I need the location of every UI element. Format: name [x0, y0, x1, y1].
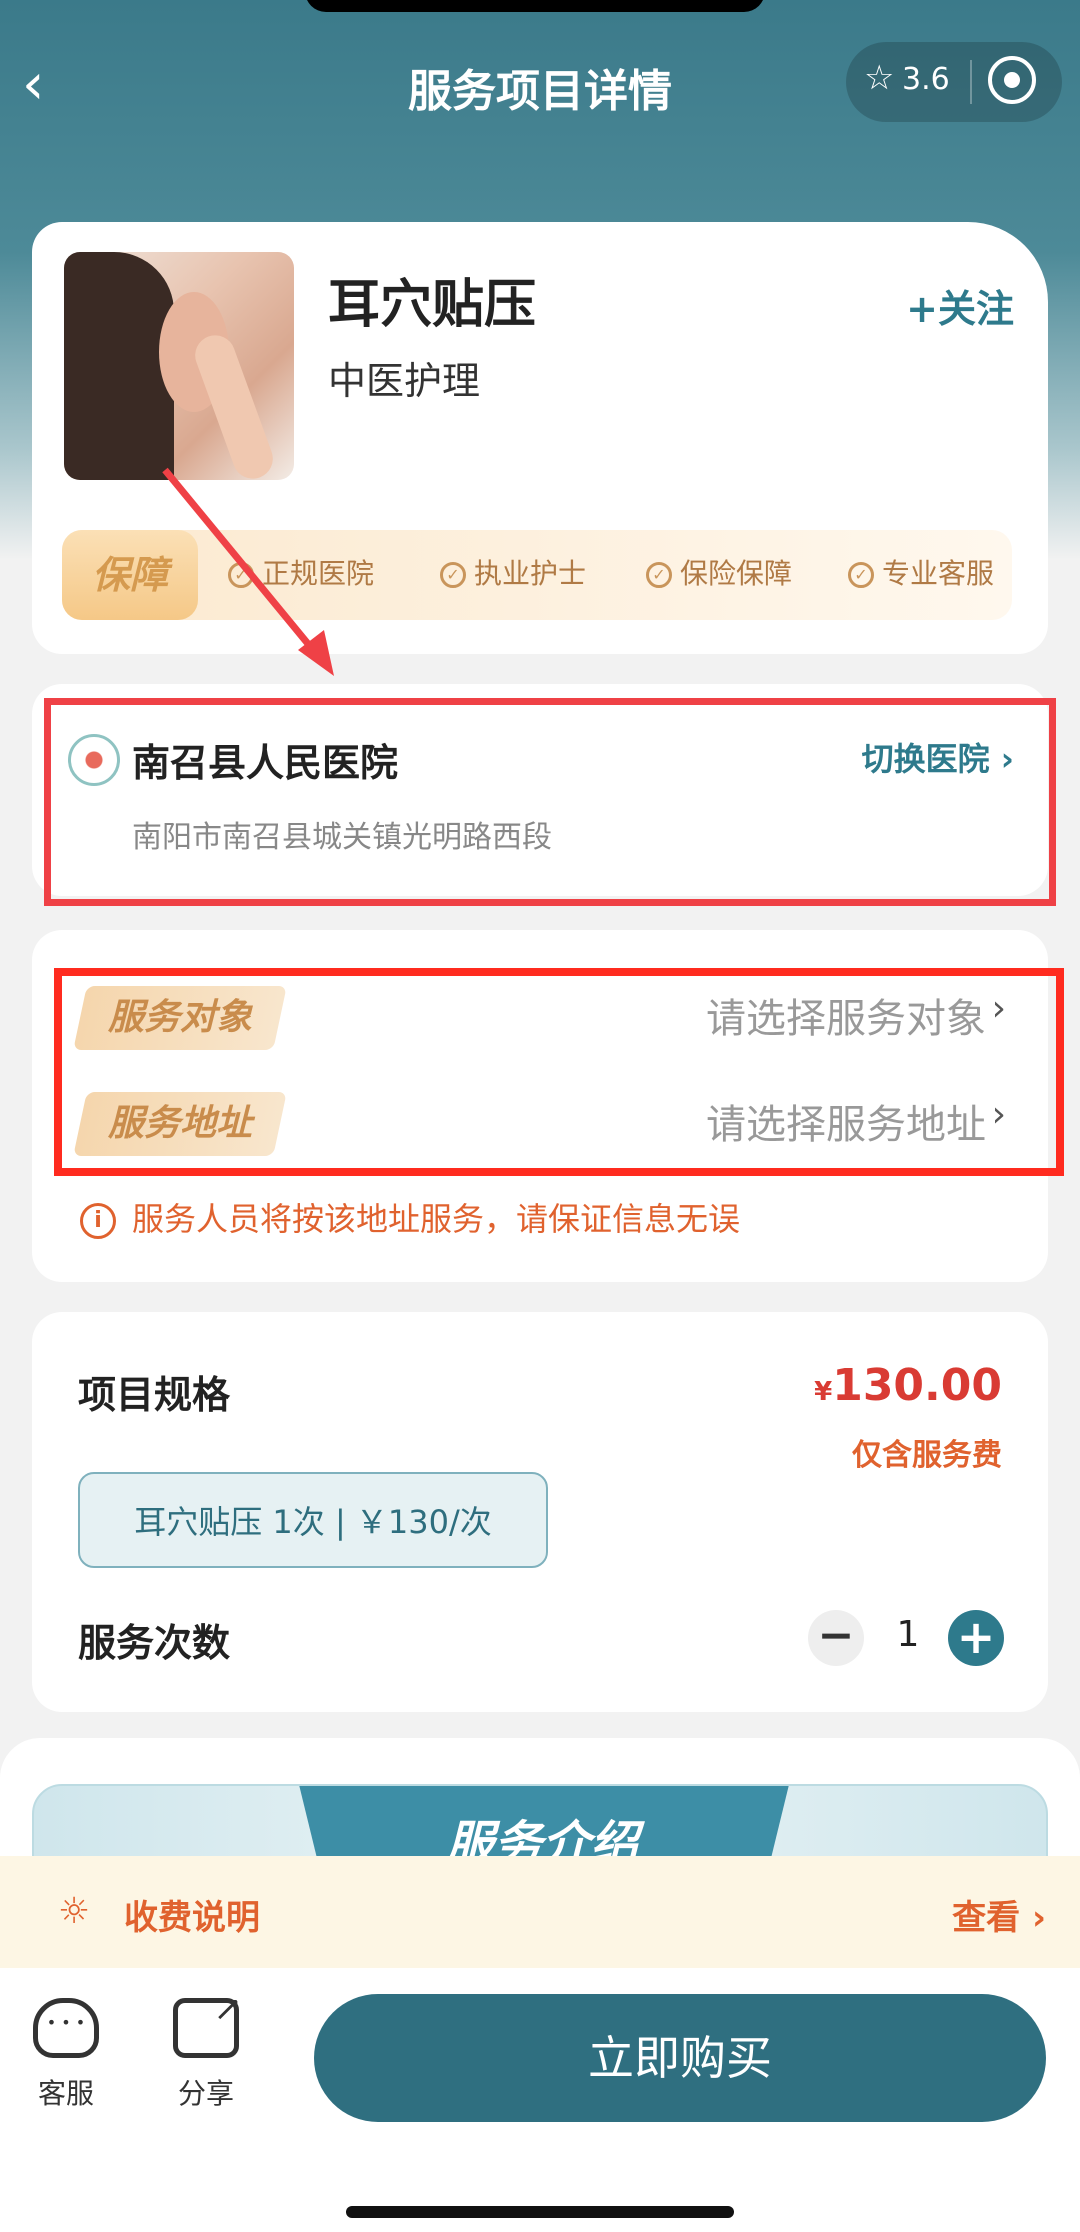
annotation-arrow	[162, 467, 334, 676]
arrow-line	[162, 467, 321, 659]
